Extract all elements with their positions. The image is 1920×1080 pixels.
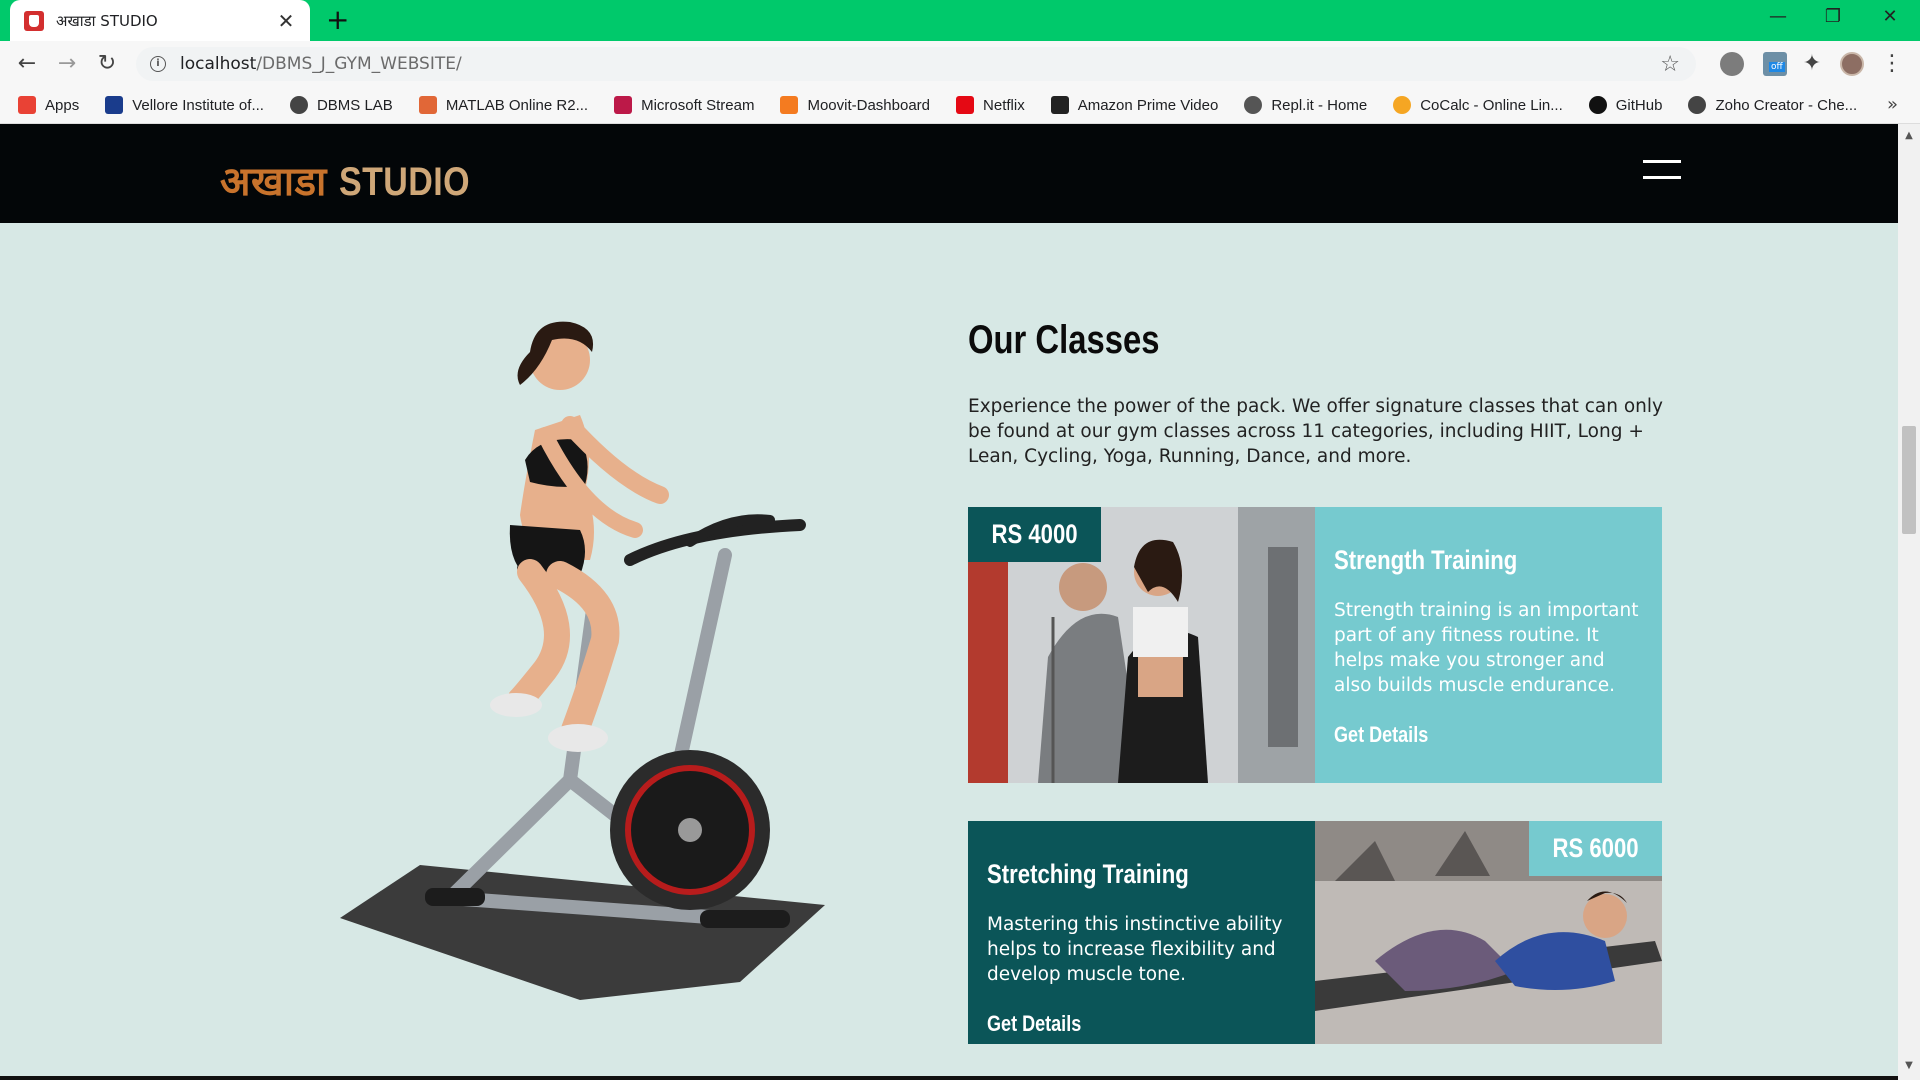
matlab-icon xyxy=(418,96,437,114)
price-text: RS 6000 xyxy=(1552,833,1639,863)
address-bar[interactable]: i localhost/DBMS_J_GYM_WEBSITE/ ☆ xyxy=(136,47,1696,81)
scroll-down-icon[interactable]: ▼ xyxy=(1902,1060,1916,1071)
reload-button[interactable]: ↻ xyxy=(92,49,122,79)
price-text: RS 4000 xyxy=(991,519,1078,549)
browser-toolbar: ← → ↻ i localhost/DBMS_J_GYM_WEBSITE/ ☆ … xyxy=(0,41,1920,87)
strength-training-image: RS 4000 xyxy=(968,507,1315,783)
bookmark-item[interactable]: Microsoft Stream xyxy=(614,96,754,114)
extensions-puzzle-icon[interactable]: ✦ xyxy=(1800,52,1824,76)
class-card-strength: RS 4000 Strength Training Strength train… xyxy=(968,507,1662,783)
scroll-thumb[interactable] xyxy=(1902,426,1916,534)
card-body: Strength Training Strength training is a… xyxy=(1315,507,1662,783)
site-header: अखाडा STUDIO xyxy=(0,124,1898,223)
card-body: Stretching Training Mastering this insti… xyxy=(968,821,1315,1044)
bookmark-item[interactable]: GitHub xyxy=(1588,96,1663,114)
cocalc-icon xyxy=(1393,96,1412,114)
bookmark-item[interactable]: DBMS LAB xyxy=(289,96,393,114)
section-title: Our Classes xyxy=(968,318,1160,362)
stretching-training-image: RS 6000 xyxy=(1315,821,1662,1044)
bookmark-item[interactable]: Moovit-Dashboard xyxy=(780,96,930,114)
bookmark-label: DBMS LAB xyxy=(316,96,393,114)
restore-icon[interactable]: ❐ xyxy=(1813,6,1853,27)
section-description: Experience the power of the pack. We off… xyxy=(968,396,1663,467)
apps-grid-icon xyxy=(18,96,36,114)
profile-avatar[interactable] xyxy=(1840,52,1864,76)
bookmark-item[interactable]: Apps xyxy=(18,96,79,114)
bookmarks-bar: Apps Vellore Institute of... DBMS LAB MATLA… xyxy=(0,87,1920,124)
hamburger-menu-icon[interactable] xyxy=(1643,160,1681,182)
card-text: Strength training is an important part o… xyxy=(1334,600,1639,696)
globe-icon xyxy=(1688,96,1707,114)
off-badge: off xyxy=(1769,62,1785,72)
moovit-icon xyxy=(780,96,799,114)
url-host: localhost xyxy=(180,54,257,74)
globe-icon xyxy=(289,96,308,114)
bookmark-label: Netflix xyxy=(983,96,1025,114)
vit-icon xyxy=(105,96,124,114)
url-path: /DBMS_J_GYM_WEBSITE/ xyxy=(256,54,462,74)
bookmark-label: GitHub xyxy=(1615,96,1663,114)
price-badge: RS 4000 xyxy=(968,507,1102,562)
card-title: Stretching Training xyxy=(987,859,1189,889)
page-bottom-border xyxy=(0,1076,1898,1080)
bookmark-label: Repl.it - Home xyxy=(1271,96,1368,114)
site-info-icon[interactable]: i xyxy=(150,56,166,72)
bookmark-item[interactable]: MATLAB Online R2... xyxy=(418,96,589,114)
bookmark-label: Zoho Creator - Che... xyxy=(1715,96,1858,114)
bookmark-label: MATLAB Online R2... xyxy=(445,96,589,114)
spin-bike-woman-image xyxy=(340,321,825,1000)
bookmark-label: Apps xyxy=(45,96,80,114)
logo-english: STUDIO xyxy=(338,160,470,204)
bookmark-item[interactable]: Zoho Creator - Che... xyxy=(1688,96,1857,114)
get-details-link[interactable]: Get Details xyxy=(1334,722,1428,748)
card-text: Mastering this instinctive ability helps… xyxy=(987,914,1283,985)
bookmark-item[interactable]: CoCalc - Online Lin... xyxy=(1393,96,1563,114)
bookmark-item[interactable]: Vellore Institute of... xyxy=(105,96,264,114)
replit-icon xyxy=(1244,96,1263,114)
bookmark-label: Microsoft Stream xyxy=(641,96,755,114)
bookmark-label: Vellore Institute of... xyxy=(132,96,264,114)
minimize-icon[interactable]: — xyxy=(1758,6,1798,27)
gym-favicon-icon xyxy=(24,10,44,31)
card-title: Strength Training xyxy=(1334,545,1518,575)
new-tab-button[interactable]: + xyxy=(326,5,349,35)
forward-button[interactable]: → xyxy=(52,49,82,79)
netflix-icon xyxy=(956,96,975,114)
browser-tab[interactable]: अखाडा STUDIO ✕ xyxy=(10,0,310,41)
bookmark-item[interactable]: Netflix xyxy=(956,96,1025,114)
extension-compass-icon[interactable] xyxy=(1720,52,1744,76)
close-tab-icon[interactable]: ✕ xyxy=(276,9,296,33)
extension-off-icon[interactable]: off xyxy=(1763,52,1787,76)
price-badge: RS 6000 xyxy=(1528,821,1662,876)
browser-tab-bar: अखाडा STUDIO ✕ + — ❐ ✕ xyxy=(0,0,1920,41)
class-card-stretching: Stretching Training Mastering this insti… xyxy=(968,821,1662,1044)
logo-devanagari: अखाडा xyxy=(220,160,327,204)
bookmark-label: Moovit-Dashboard xyxy=(807,96,931,114)
bookmark-label: Amazon Prime Video xyxy=(1077,96,1219,114)
browser-menu-icon[interactable]: ⋮ xyxy=(1880,52,1904,76)
back-button[interactable]: ← xyxy=(12,49,42,79)
scroll-up-icon[interactable]: ▲ xyxy=(1902,130,1916,141)
close-window-icon[interactable]: ✕ xyxy=(1870,6,1910,27)
github-icon xyxy=(1588,96,1607,114)
get-details-link[interactable]: Get Details xyxy=(987,1011,1081,1037)
bookmark-item[interactable]: Repl.it - Home xyxy=(1244,96,1367,114)
bookmark-label: CoCalc - Online Lin... xyxy=(1420,96,1563,114)
bookmark-item[interactable]: Amazon Prime Video xyxy=(1050,96,1219,114)
site-logo[interactable]: अखाडा STUDIO xyxy=(220,152,493,207)
stream-icon xyxy=(614,96,633,114)
tab-title: अखाडा STUDIO xyxy=(56,11,158,30)
page-scrollbar[interactable]: ▲ ▼ xyxy=(1898,124,1920,1080)
amazon-icon xyxy=(1050,96,1069,114)
bookmark-star-icon[interactable]: ☆ xyxy=(1660,52,1680,77)
bookmarks-overflow-icon[interactable]: » xyxy=(1887,94,1898,115)
